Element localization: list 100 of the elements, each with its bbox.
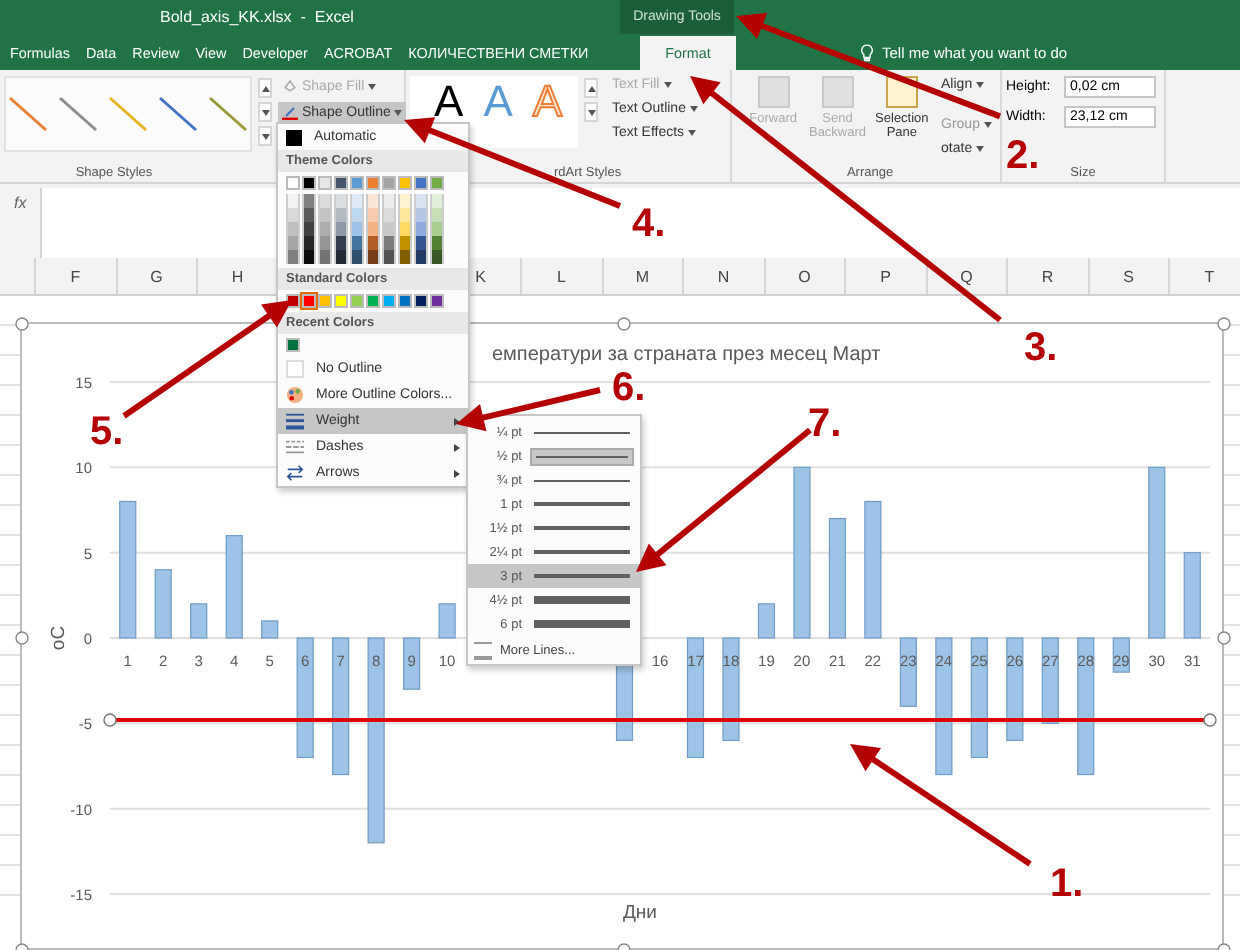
color-swatch[interactable] [334,208,348,222]
line-style-swatch[interactable] [106,92,150,136]
color-swatch[interactable] [398,222,412,236]
color-swatch[interactable] [414,176,428,190]
color-swatch[interactable] [318,236,332,250]
column-header[interactable]: O [765,258,846,294]
color-swatch[interactable] [350,222,364,236]
color-swatch[interactable] [430,294,444,308]
color-swatch[interactable] [286,250,300,264]
color-swatch[interactable] [350,236,364,250]
color-swatch[interactable] [334,236,348,250]
resize-handle[interactable] [15,317,29,331]
line-style-swatch[interactable] [56,92,100,136]
color-swatch[interactable] [382,294,396,308]
color-swatch[interactable] [366,294,380,308]
color-swatch[interactable] [382,222,396,236]
column-header[interactable]: G [117,258,198,294]
color-swatch[interactable] [350,176,364,190]
color-swatch[interactable] [398,194,412,208]
color-swatch[interactable] [286,194,300,208]
color-swatch[interactable] [286,208,300,222]
color-swatch[interactable] [398,236,412,250]
color-swatch[interactable] [382,208,396,222]
resize-handle[interactable] [1217,631,1231,645]
color-swatch[interactable] [398,176,412,190]
color-swatch[interactable] [318,208,332,222]
color-swatch[interactable] [382,176,396,190]
color-swatch[interactable] [414,294,428,308]
color-swatch[interactable] [350,250,364,264]
color-swatch[interactable] [334,294,348,308]
color-swatch[interactable] [286,236,300,250]
color-swatch[interactable] [302,222,316,236]
color-swatch[interactable] [430,176,444,190]
resize-handle[interactable] [15,631,29,645]
color-swatch[interactable] [350,294,364,308]
color-swatch[interactable] [398,208,412,222]
column-header[interactable]: P [846,258,927,294]
resize-handle[interactable] [1217,317,1231,331]
color-swatch[interactable] [318,250,332,264]
more-icon[interactable] [258,126,272,146]
column-header[interactable]: F [36,258,117,294]
color-swatch[interactable] [302,176,316,190]
color-swatch[interactable] [334,250,348,264]
color-swatch[interactable] [382,250,396,264]
color-swatch[interactable] [366,176,380,190]
color-swatch[interactable] [302,294,316,308]
color-swatch[interactable] [286,222,300,236]
column-header[interactable]: N [684,258,765,294]
column-header[interactable]: L [522,258,603,294]
color-swatch[interactable] [318,294,332,308]
resize-handle[interactable] [1217,943,1231,950]
column-header[interactable]: T [1170,258,1240,294]
color-swatch[interactable] [334,176,348,190]
column-header[interactable]: S [1089,258,1170,294]
color-swatch[interactable] [430,236,444,250]
color-swatch[interactable] [366,222,380,236]
line-shape[interactable] [103,713,1217,727]
color-swatch[interactable] [430,250,444,264]
scroll-up-icon[interactable] [258,78,272,98]
color-swatch[interactable] [414,222,428,236]
color-swatch[interactable] [398,294,412,308]
color-swatch[interactable] [366,250,380,264]
scroll-down-icon[interactable] [584,102,598,122]
column-header[interactable]: R [1008,258,1089,294]
color-swatch[interactable] [334,222,348,236]
color-swatch[interactable] [366,236,380,250]
color-swatch[interactable] [430,194,444,208]
color-swatch[interactable] [398,250,412,264]
color-swatch[interactable] [302,208,316,222]
color-swatch[interactable] [430,208,444,222]
color-swatch[interactable] [414,208,428,222]
color-swatch[interactable] [302,250,316,264]
color-swatch[interactable] [334,194,348,208]
column-header[interactable]: M [603,258,684,294]
wordart-style[interactable]: A [434,80,464,124]
color-swatch[interactable] [414,194,428,208]
color-swatch[interactable] [286,176,300,190]
color-swatch[interactable] [302,194,316,208]
color-swatch[interactable] [382,236,396,250]
color-swatch[interactable] [350,208,364,222]
color-swatch[interactable] [318,176,332,190]
color-swatch[interactable] [302,236,316,250]
resize-handle[interactable] [617,317,631,331]
color-swatch[interactable] [366,194,380,208]
column-header[interactable]: Q [927,258,1008,294]
line-style-swatch[interactable] [156,92,200,136]
color-swatch[interactable] [286,338,300,352]
color-swatch[interactable] [382,194,396,208]
color-swatch[interactable] [414,250,428,264]
color-swatch[interactable] [366,208,380,222]
color-swatch[interactable] [350,194,364,208]
color-swatch[interactable] [414,236,428,250]
scroll-up-icon[interactable] [584,78,598,98]
resize-handle[interactable] [15,943,29,950]
color-swatch[interactable] [318,222,332,236]
resize-handle[interactable] [617,943,631,950]
line-style-swatch[interactable] [6,92,50,136]
scroll-down-icon[interactable] [258,102,272,122]
color-swatch[interactable] [430,222,444,236]
color-swatch[interactable] [318,194,332,208]
